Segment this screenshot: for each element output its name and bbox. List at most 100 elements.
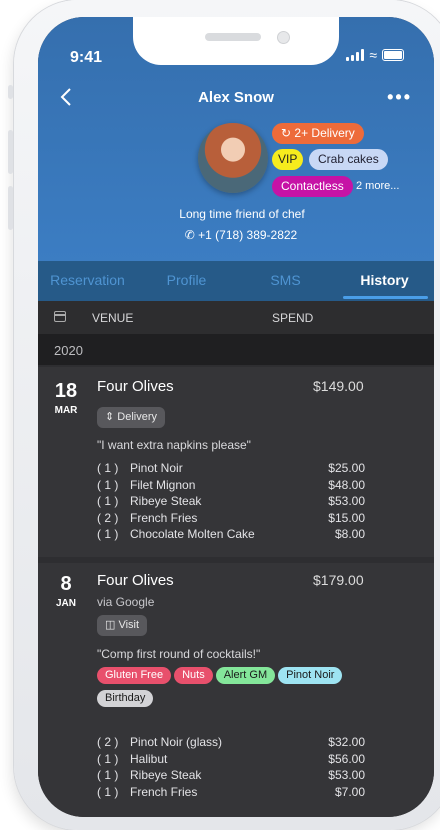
item-price: $48.00 [328, 477, 365, 492]
speaker-grille [205, 33, 261, 41]
visit-card[interactable]: 8 JAN Four Olives $179.00 via Google ◫ V… [38, 563, 434, 817]
item-qty: ( 2 ) [97, 735, 119, 749]
guest-phone[interactable]: ✆ +1 (718) 389-2822 [38, 228, 434, 242]
delivery-icon: ⇕ [105, 411, 115, 423]
visit-tags: Gluten Free Nuts Alert GM Pinot Noir Birthda… [97, 665, 397, 711]
visit-venue: Four Olives [97, 572, 174, 589]
venue-column-label: VENUE [92, 311, 134, 325]
spend-column-label: SPEND [272, 311, 314, 325]
visit-month: JAN [55, 598, 76, 609]
item-qty: ( 1 ) [97, 768, 119, 782]
wifi-icon: ≈ [369, 47, 377, 63]
mute-switch [8, 85, 13, 99]
signal-icon [346, 49, 365, 61]
item-qty: ( 1 ) [97, 461, 119, 475]
tag-gluten-free[interactable]: Gluten Free [97, 667, 172, 684]
phone-screen: 9:41 ≈ Alex Snow ••• ↻ 2+ Delivery VIP C… [38, 17, 434, 817]
visit-month: MAR [54, 405, 78, 416]
item-price: $15.00 [328, 510, 365, 525]
order-items: ( 1 ) Pinot Noir $25.00 ( 1 ) Filet Mignon $… [97, 460, 365, 543]
status-time: 9:41 [70, 49, 103, 66]
more-tags-link[interactable]: 2 more... [356, 180, 399, 192]
item-qty: ( 1 ) [97, 477, 119, 492]
item-price: $32.00 [328, 735, 365, 749]
phone-number: +1 (718) 389-2822 [198, 228, 298, 242]
item-name: Ribeye Steak [130, 494, 202, 508]
tab-history[interactable]: History [335, 261, 434, 301]
item-name: Filet Mignon [130, 477, 196, 492]
item-name: Pinot Noir (glass) [130, 735, 223, 749]
visit-type-chip: ◫ Visit [97, 615, 148, 636]
tag-birthday[interactable]: Birthday [97, 690, 154, 707]
item-price: $8.00 [334, 527, 365, 541]
item-qty: ( 1 ) [97, 494, 119, 508]
item-name: Ribeye Steak [130, 768, 202, 782]
guest-note: Long time friend of chef [179, 207, 305, 221]
phone-icon: ✆ [184, 228, 195, 242]
tab-reservation[interactable]: Reservation [38, 261, 137, 301]
visit-type-label: Delivery [117, 411, 158, 423]
list-item: ( 1 ) Pinot Noir $25.00 [97, 460, 365, 477]
visit-day: 8 [60, 573, 72, 595]
list-item: ( 1 ) Halibut $56.00 [97, 751, 365, 768]
year-label: 2020 [54, 343, 83, 358]
tab-profile[interactable]: Profile [137, 261, 236, 301]
item-qty: ( 1 ) [97, 784, 119, 799]
list-item: ( 1 ) French Fries $7.00 [97, 784, 365, 801]
visit-source: via Google [97, 595, 155, 609]
year-section-header: 2020 [38, 334, 434, 365]
tag-vip[interactable]: VIP [272, 149, 304, 170]
item-name: Halibut [130, 751, 168, 766]
list-item: ( 1 ) Filet Mignon $48.00 [97, 477, 365, 494]
tab-sms[interactable]: SMS [236, 261, 335, 301]
tag-crab-cakes[interactable]: Crab cakes [309, 149, 388, 170]
tag-nuts[interactable]: Nuts [174, 667, 213, 684]
calendar-icon[interactable] [54, 311, 66, 322]
item-name: French Fries [130, 510, 198, 525]
item-qty: ( 1 ) [97, 527, 119, 541]
battery-icon [382, 49, 404, 61]
item-price: $53.00 [328, 768, 365, 782]
tag-delivery-label: 2+ Delivery [294, 126, 355, 140]
refresh-icon: ↻ [281, 126, 292, 140]
status-icons: ≈ [346, 47, 404, 63]
visit-spend: $179.00 [313, 572, 364, 588]
visit-note: "Comp first round of cocktails!" [97, 647, 261, 661]
history-column-header: VENUE SPEND [38, 301, 434, 334]
camera-lens [277, 31, 290, 44]
page-title: Alex Snow [198, 89, 274, 106]
visit-note: "I want extra napkins please" [97, 438, 251, 452]
tag-delivery[interactable]: ↻ 2+ Delivery [272, 123, 364, 144]
visit-day: 18 [54, 380, 78, 402]
list-item: ( 2 ) Pinot Noir (glass) $32.00 [97, 734, 365, 751]
tag-contactless[interactable]: Contactless [272, 176, 353, 197]
item-name: Chocolate Molten Cake [130, 527, 255, 541]
item-name: French Fries [130, 784, 198, 799]
visit-venue: Four Olives [97, 378, 174, 395]
item-price: $56.00 [328, 751, 365, 766]
item-name: Pinot Noir [130, 461, 183, 475]
item-qty: ( 1 ) [97, 751, 119, 766]
device-notch [133, 17, 339, 65]
visit-spend: $149.00 [313, 378, 364, 394]
visit-card[interactable]: 18 MAR Four Olives $149.00 ⇕ Delivery "I… [38, 367, 434, 557]
tab-bar: Reservation Profile SMS History [38, 261, 434, 301]
volume-up-button [8, 130, 13, 174]
tag-pinot-noir[interactable]: Pinot Noir [278, 667, 343, 684]
volume-down-button [8, 186, 13, 230]
visit-type-label: Visit [118, 619, 140, 631]
visit-type-chip: ⇕ Delivery [97, 407, 166, 428]
item-qty: ( 2 ) [97, 510, 119, 525]
avatar[interactable] [198, 123, 268, 193]
list-item: ( 1 ) Ribeye Steak $53.00 [97, 493, 365, 510]
list-item: ( 1 ) Ribeye Steak $53.00 [97, 767, 365, 784]
order-items: ( 2 ) Pinot Noir (glass) $32.00 ( 1 ) Halib… [97, 734, 365, 800]
book-icon: ◫ [105, 619, 116, 631]
item-price: $53.00 [328, 494, 365, 508]
list-item: ( 2 ) French Fries $15.00 [97, 510, 365, 527]
more-dots-icon: ••• [387, 87, 412, 107]
more-options-button[interactable]: ••• [387, 87, 412, 108]
list-item: ( 1 ) Chocolate Molten Cake $8.00 [97, 526, 365, 543]
item-price: $25.00 [328, 461, 365, 475]
tag-alert-gm[interactable]: Alert GM [215, 667, 276, 684]
